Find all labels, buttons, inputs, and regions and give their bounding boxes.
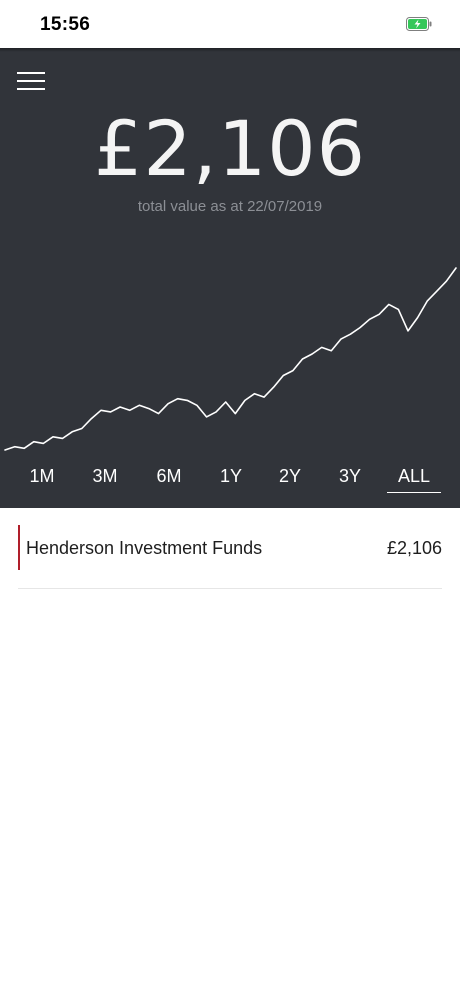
range-3m[interactable]: 3M (78, 466, 132, 487)
fund-name: Henderson Investment Funds (26, 538, 263, 558)
status-bar: 15:56 (0, 0, 460, 48)
performance-line (4, 267, 457, 451)
fund-accent-bar (18, 525, 20, 570)
range-3y[interactable]: 3Y (323, 466, 377, 487)
range-1m[interactable]: 1M (15, 466, 69, 487)
fund-divider (18, 588, 442, 589)
range-6m[interactable]: 6M (142, 466, 196, 487)
time-range-selector: 1M 3M 6M 1Y 2Y 3Y ALL (0, 462, 460, 493)
range-2y[interactable]: 2Y (263, 466, 317, 487)
fund-row-henderson[interactable]: Henderson Investment Funds £2,106 (18, 525, 442, 571)
battery-charging-icon (406, 17, 432, 31)
status-time: 15:56 (40, 14, 91, 35)
total-value-caption: total value as at 22/07/2019 (137, 198, 323, 215)
hamburger-menu-icon[interactable] (17, 70, 47, 92)
fund-value: £2,106 (386, 538, 442, 558)
total-value: £2,106 (94, 104, 366, 193)
range-1y[interactable]: 1Y (204, 466, 258, 487)
header-shadow (0, 48, 460, 52)
range-all[interactable]: ALL (387, 466, 441, 493)
performance-chart (4, 267, 457, 451)
